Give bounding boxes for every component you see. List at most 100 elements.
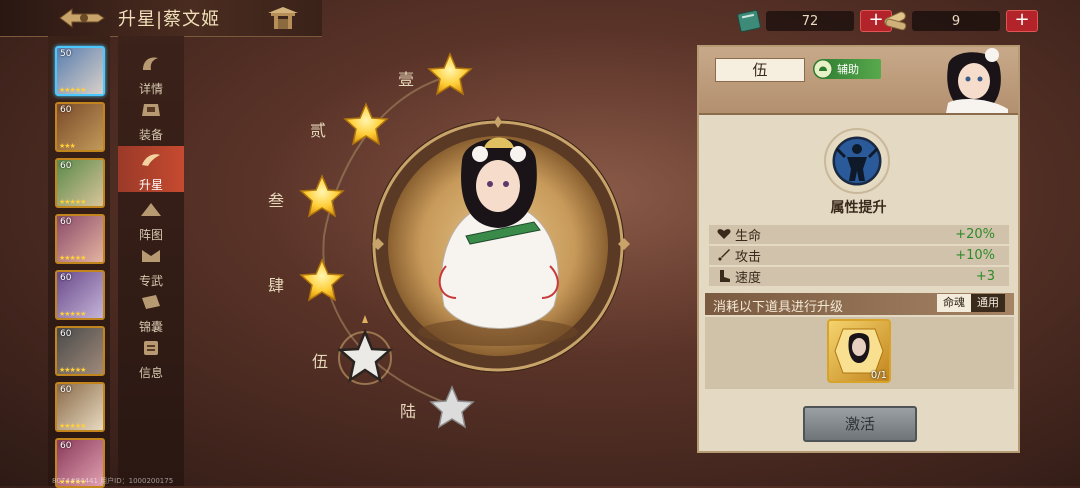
resource-scroll-bundle: 9 + <box>880 10 1038 32</box>
star-tree <box>299 52 630 429</box>
back-button[interactable] <box>58 6 106 30</box>
hero-card[interactable]: 60 ★★★★★ <box>55 158 105 208</box>
menu-label: 详情 <box>138 82 163 96</box>
hero-card[interactable]: 60 ★★★★★ <box>55 214 105 264</box>
hero-list: 50 ★★★★★ 60 ★★★ 60 ★★★★★ 60 ★★★★★ 60 ★★★… <box>48 36 110 488</box>
stat-value: +3 <box>975 269 995 284</box>
hero-stars: ★★★★★ <box>59 198 86 206</box>
page-title: 升星|蔡文姬 <box>118 9 221 30</box>
hero-level: 60 <box>60 385 72 395</box>
menu-label: 专武 <box>138 274 163 288</box>
stat-row-speed: 速度 +3 <box>709 267 1009 286</box>
back-arrow-icon <box>59 8 105 28</box>
role-label: 辅助 <box>837 63 859 76</box>
boot-icon <box>720 270 730 282</box>
star-node-6-locked[interactable] <box>429 385 475 429</box>
hero-level: 60 <box>60 161 72 171</box>
role-tag: 辅助 <box>813 59 881 79</box>
star-node-1[interactable] <box>427 52 473 96</box>
star-label: 肆 <box>268 276 285 295</box>
resource-scroll-book: 72 + <box>736 9 892 33</box>
formation-icon <box>141 203 161 216</box>
sword-icon <box>718 249 730 261</box>
resource-value: 72 <box>766 11 854 31</box>
tab-soul[interactable]: 命魂 <box>937 294 971 312</box>
heart-icon <box>717 229 731 239</box>
hero-stars: ★★★ <box>59 142 76 150</box>
menu-label: 装备 <box>138 128 163 142</box>
star-label: 叁 <box>268 191 285 210</box>
hero-stars: ★★★★★ <box>59 366 86 374</box>
hero-level: 60 <box>60 329 72 339</box>
items-area: 0/1 <box>705 317 1014 389</box>
star-up-icon <box>142 154 160 166</box>
consume-text: 消耗以下道具进行升级 <box>713 300 844 315</box>
menu-item-detail[interactable]: 详情 <box>118 50 184 96</box>
title-bar: 升星|蔡文姬 <box>0 0 322 37</box>
menu-item-formation[interactable]: 阵图 <box>118 196 184 242</box>
star-node-5-current[interactable] <box>336 315 394 385</box>
side-menu: 详情 装备 升星 阵图 专武 锦囊 信息 <box>118 36 184 486</box>
star-label: 陆 <box>400 402 417 421</box>
item-count: 0/1 <box>870 370 887 381</box>
tab-general[interactable]: 通用 <box>971 294 1005 312</box>
star-node-2[interactable] <box>343 102 389 146</box>
menu-item-equipment[interactable]: 装备 <box>118 96 184 142</box>
stat-row-attack: 攻击 +10% <box>709 246 1009 265</box>
hero-card[interactable]: 60 ★★★★★ <box>55 382 105 432</box>
menu-item-star-up[interactable]: 升星 <box>118 146 184 192</box>
panel-header: 伍 辅助 <box>699 47 1018 115</box>
scroll-bundle-icon <box>884 11 907 31</box>
menu-label: 升星 <box>138 178 163 192</box>
star-node-4[interactable] <box>299 258 345 302</box>
activate-button[interactable]: 激活 <box>803 406 917 442</box>
exclusive-weapon-icon <box>142 250 160 262</box>
menu-label: 阵图 <box>138 228 163 242</box>
hero-portrait <box>946 48 1008 113</box>
tier-label: 伍 <box>715 58 805 82</box>
hero-card[interactable]: 60 ★★★ <box>55 102 105 152</box>
stat-name: 攻击 <box>735 250 762 265</box>
stat-name: 生命 <box>735 229 762 244</box>
stat-value: +10% <box>955 248 995 263</box>
footer-id-text: 8074#84441 用户ID：1000200175 <box>52 477 174 485</box>
menu-item-exclusive-weapon[interactable]: 专武 <box>118 242 184 288</box>
equipment-icon <box>142 104 160 116</box>
star-up-panel: 伍 辅助 属性提升 生命 +20% 攻击 +10% 速度 +3 消耗以下道具进行… <box>697 45 1020 453</box>
attribute-boost-icon <box>824 128 890 194</box>
star-node-3[interactable] <box>299 174 345 218</box>
gate-icon[interactable] <box>266 5 300 31</box>
stat-value: +20% <box>955 227 995 242</box>
hero-stars: ★★★★★ <box>59 422 86 430</box>
menu-label: 锦囊 <box>138 320 163 334</box>
detail-icon <box>143 57 158 70</box>
hero-card[interactable]: 60 ★★★★★ <box>55 270 105 320</box>
add-scroll-bundle-button[interactable]: + <box>1006 10 1038 32</box>
menu-label: 信息 <box>138 366 163 380</box>
consume-row: 消耗以下道具进行升级 命魂 通用 <box>705 293 1014 315</box>
support-icon <box>813 59 833 79</box>
hero-stars: ★★★★★ <box>59 310 86 318</box>
hero-stars: ★★★★★ <box>59 86 86 94</box>
hero-level: 60 <box>60 217 72 227</box>
star-label: 壹 <box>398 70 415 89</box>
hero-level: 50 <box>60 49 72 59</box>
menu-item-info[interactable]: 信息 <box>118 334 184 380</box>
hero-stars: ★★★★★ <box>59 254 86 262</box>
stat-name: 速度 <box>735 271 762 286</box>
stat-row-hp: 生命 +20% <box>709 225 1009 244</box>
star-label: 贰 <box>310 121 327 140</box>
scroll-book-icon <box>737 9 761 33</box>
hero-level: 60 <box>60 441 72 451</box>
resource-value: 9 <box>912 11 1000 31</box>
menu-item-tips-bag[interactable]: 锦囊 <box>118 288 184 334</box>
hero-card[interactable]: 60 ★★★★★ <box>55 326 105 376</box>
hero-level: 60 <box>60 273 72 283</box>
attribute-title: 属性提升 <box>830 200 887 216</box>
hero-level: 60 <box>60 105 72 115</box>
info-icon <box>144 341 158 355</box>
soul-item-slot[interactable]: 0/1 <box>827 319 891 383</box>
hero-card[interactable]: 50 ★★★★★ <box>55 46 105 96</box>
tips-bag-icon <box>142 295 160 309</box>
star-label: 伍 <box>312 352 329 371</box>
